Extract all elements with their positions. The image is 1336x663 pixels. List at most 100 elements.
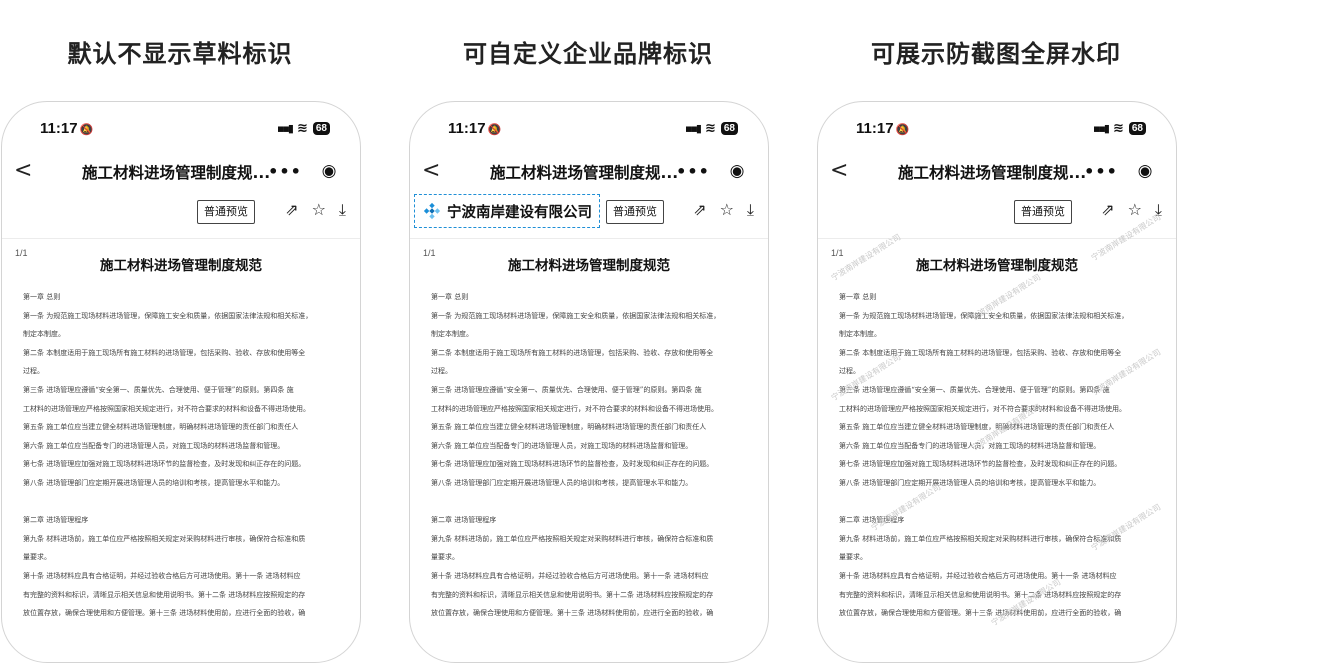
star-icon[interactable]: ☆ — [1128, 200, 1142, 220]
document-line: 第三条 进场管理应遵循“安全第一、质量优先、合理使用、便于管理”的原则。第四条 … — [431, 385, 702, 394]
document-line: 第五条 施工单位应当建立健全材料进场管理制度，明确材料进场管理的责任部门和责任人 — [23, 423, 299, 432]
document-line: 第七条 进场管理应加强对施工现场材料进场环节的监督检查，及时发现和纠正存在的问题… — [839, 460, 1122, 469]
wifi-icon: ≋ — [1112, 121, 1124, 136]
document-line: 第十条 进场材料应具有合格证明，并经过验收合格后方可进场使用。第十一条 进场材料… — [839, 571, 1117, 580]
document-line: 量要求。 — [431, 553, 459, 562]
document-line: 第二章 进场管理程序 — [839, 516, 905, 525]
status-time: 11:17 🔕 — [448, 120, 501, 137]
document-line: 第九条 材料进场前，施工单位应严格按照相关规定对采购材料进行审核，确保符合标准和… — [23, 534, 306, 543]
mini-program-capsule: ••• ◉ — [261, 156, 349, 186]
phone-watermark: 11:17 🔕 ▪▪▮ ≋ 68 < 施工材料进场管理制度规... ••• ◉ 普… — [817, 101, 1177, 663]
document-line: 有完整的资料和标识，清晰显示相关信息和使用说明书。第十二条 进场材料应按照规定的… — [839, 590, 1122, 599]
document-line: 第一章 总则 — [23, 293, 61, 301]
back-icon[interactable]: < — [422, 156, 440, 186]
status-icons: ▪▪▮ ≋ 68 — [277, 121, 330, 136]
signal-icon: ▪▪▮ — [685, 122, 702, 135]
status-icons: ▪▪▮ ≋ 68 — [685, 121, 738, 136]
download-icon[interactable]: ⤓ — [1155, 200, 1162, 220]
normal-preview-button[interactable]: 普通预览 — [606, 200, 664, 224]
document-title: 施工材料进场管理制度规范 — [100, 258, 262, 274]
more-icon[interactable]: ••• — [1077, 162, 1125, 181]
status-time: 11:17 🔕 — [40, 120, 93, 137]
document-line: 第一条 为规范施工现场材料进场管理，保障施工安全和质量，依据国家法律法规和相关标… — [431, 311, 721, 320]
tool-icons: ⇗ ☆ ⤓ — [693, 200, 754, 220]
battery-icon: 68 — [1128, 122, 1146, 135]
document-line: 第六条 施工单位应当配备专门的进场管理人员，对施工现场的材料进场监督和管理。 — [23, 441, 285, 450]
document-line: 第八条 进场管理部门应定期开展进场管理人员的培训和考核，提高管理水平和能力。 — [431, 478, 693, 487]
document-line: 第五条 施工单位应当建立健全材料进场管理制度，明确材料进场管理的责任部门和责任人 — [431, 423, 707, 432]
status-bar: 11:17 🔕 ▪▪▮ ≋ 68 — [818, 120, 1176, 140]
star-icon[interactable]: ☆ — [720, 200, 734, 220]
time-text: 11:17 — [856, 120, 894, 137]
document-line: 第十条 进场材料应具有合格证明，并经过验收合格后方可进场使用。第十一条 进场材料… — [23, 571, 301, 580]
document-line: 第五条 施工单位应当建立健全材料进场管理制度，明确材料进场管理的责任部门和责任人 — [839, 423, 1115, 432]
caption-brand: 可自定义企业品牌标识 — [463, 40, 713, 68]
document-line: 量要求。 — [23, 553, 51, 562]
mini-program-capsule: ••• ◉ — [1077, 156, 1165, 186]
back-icon[interactable]: < — [14, 156, 32, 186]
mute-bell-icon: 🔕 — [895, 124, 910, 136]
share-icon[interactable]: ⇗ — [693, 200, 706, 220]
document-line: 工材料的进场管理应严格按照国家相关规定进行，对不符合要求的材料和设备不得进场使用… — [431, 404, 718, 413]
document-line: 第九条 材料进场前，施工单位应严格按照相关规定对采购材料进行审核，确保符合标准和… — [839, 534, 1122, 543]
document-line: 第六条 施工单位应当配备专门的进场管理人员，对施工现场的材料进场监督和管理。 — [431, 441, 693, 450]
divider — [2, 238, 360, 239]
divider — [818, 238, 1176, 239]
tool-icons: ⇗ ☆ ⤓ — [1101, 200, 1162, 220]
phone-default: 11:17 🔕 ▪▪▮ ≋ 68 < 施工材料进场管理制度规... ••• ◉ 普… — [1, 101, 361, 663]
download-icon[interactable]: ⤓ — [747, 200, 754, 220]
status-bar: 11:17 🔕 ▪▪▮ ≋ 68 — [410, 120, 768, 140]
status-icons: ▪▪▮ ≋ 68 — [1093, 121, 1146, 136]
nav-title: 施工材料进场管理制度规... — [898, 164, 1087, 182]
document-line: 工材料的进场管理应严格按照国家相关规定进行，对不符合要求的材料和设备不得进场使用… — [23, 404, 310, 413]
more-icon[interactable]: ••• — [261, 162, 309, 181]
mini-program-capsule: ••• ◉ — [669, 156, 757, 186]
document-line: 第二条 本制度适用于施工现场所有施工材料的进场管理，包括采购、验收、存放和使用等… — [23, 348, 306, 357]
tool-row: 普通预览 ⇗ ☆ ⤓ — [2, 200, 360, 226]
document-line: 有完整的资料和标识，清晰显示相关信息和使用说明书。第十二条 进场材料应按照规定的… — [23, 590, 306, 599]
signal-icon: ▪▪▮ — [1093, 122, 1110, 135]
document-line: 有完整的资料和标识，清晰显示相关信息和使用说明书。第十二条 进场材料应按照规定的… — [431, 590, 714, 599]
brand-badge: 宁波南岸建设有限公司 — [414, 194, 600, 228]
document-body: 第一章 总则 第一条 为规范施工现场材料进场管理，保障施工安全和质量，依据国家法律… — [431, 288, 754, 623]
more-icon[interactable]: ••• — [669, 162, 717, 181]
back-icon[interactable]: < — [830, 156, 848, 186]
status-bar: 11:17 🔕 ▪▪▮ ≋ 68 — [2, 120, 360, 140]
divider — [410, 238, 768, 239]
signal-icon: ▪▪▮ — [277, 122, 294, 135]
document-title: 施工材料进场管理制度规范 — [916, 258, 1078, 274]
battery-icon: 68 — [720, 122, 738, 135]
document-line: 第七条 进场管理应加强对施工现场材料进场环节的监督检查，及时发现和纠正存在的问题… — [431, 460, 714, 469]
wifi-icon: ≋ — [296, 121, 308, 136]
download-icon[interactable]: ⤓ — [339, 200, 346, 220]
tool-row: 宁波南岸建设有限公司 普通预览 ⇗ ☆ ⤓ — [410, 194, 768, 228]
document-line: 第一章 总则 — [839, 293, 877, 301]
document-line: 第七条 进场管理应加强对施工现场材料进场环节的监督检查，及时发现和纠正存在的问题… — [23, 460, 306, 469]
status-time: 11:17 🔕 — [856, 120, 909, 137]
normal-preview-button[interactable]: 普通预览 — [1014, 200, 1072, 224]
share-icon[interactable]: ⇗ — [1101, 200, 1114, 220]
battery-icon: 68 — [312, 122, 330, 135]
nav-bar: < 施工材料进场管理制度规... ••• ◉ — [818, 156, 1176, 188]
document-line: 制定本制度。 — [23, 330, 65, 339]
document-line: 过程。 — [839, 367, 860, 376]
time-text: 11:17 — [40, 120, 78, 137]
close-target-icon[interactable]: ◉ — [717, 161, 757, 181]
star-icon[interactable]: ☆ — [312, 200, 326, 220]
mute-bell-icon: 🔕 — [79, 124, 94, 136]
document-line: 量要求。 — [839, 553, 867, 562]
brand-logo-icon — [423, 202, 441, 220]
document-body: 第一章 总则 第一条 为规范施工现场材料进场管理，保障施工安全和质量，依据国家法律… — [839, 288, 1162, 623]
wifi-icon: ≋ — [704, 121, 716, 136]
document-line: 第一条 为规范施工现场材料进场管理，保障施工安全和质量，依据国家法律法规和相关标… — [23, 311, 313, 320]
close-target-icon[interactable]: ◉ — [1125, 161, 1165, 181]
document-line: 工材料的进场管理应严格按照国家相关规定进行，对不符合要求的材料和设备不得进场使用… — [839, 404, 1126, 413]
nav-bar: < 施工材料进场管理制度规... ••• ◉ — [410, 156, 768, 188]
document-line: 制定本制度。 — [839, 330, 881, 339]
close-target-icon[interactable]: ◉ — [309, 161, 349, 181]
normal-preview-button[interactable]: 普通预览 — [197, 200, 255, 224]
share-icon[interactable]: ⇗ — [285, 200, 298, 220]
